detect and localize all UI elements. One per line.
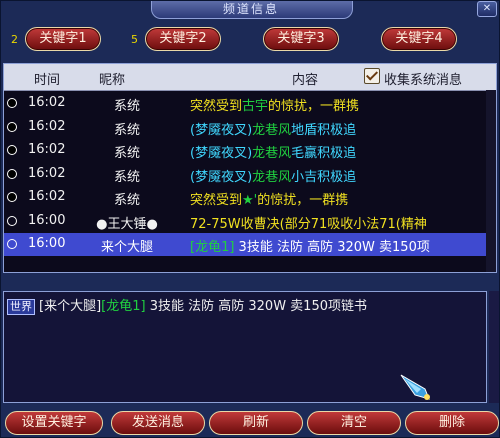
chat-item-tag[interactable]: [龙龟1] bbox=[101, 299, 145, 314]
message-row[interactable]: 16:02 系统突然受到古宇​的惊扰，一群携 bbox=[4, 92, 496, 115]
row-content: [龙龟1] 3技能 法防 高防 320W 卖150项 bbox=[190, 236, 495, 255]
bottom-button-row: 设置关键字 发送消息 刷新 清空 删除 bbox=[1, 411, 499, 437]
chat-scrollbar[interactable] bbox=[489, 291, 499, 403]
system-dot-icon bbox=[7, 192, 17, 202]
row-content-part: 72-75W收曹决(部分71吸收小法71(精神 bbox=[190, 216, 427, 232]
row-content-part: 的惊扰，一群携 bbox=[257, 193, 349, 208]
refresh-button[interactable]: 刷新 bbox=[209, 411, 303, 435]
row-content-part: 突然受到 bbox=[190, 99, 243, 114]
row-content-part: 龙巷风 bbox=[252, 122, 292, 138]
header-time: 时间 bbox=[34, 73, 61, 88]
row-sender[interactable]: 系统 bbox=[82, 189, 172, 208]
row-content: 突然受到古宇​的惊扰，一群携 bbox=[190, 95, 495, 114]
send-message-button[interactable]: 发送消息 bbox=[111, 411, 205, 435]
row-content-part: 龙巷风 bbox=[252, 146, 292, 161]
message-list: 时间 昵称 内容 收集系统消息 16:02系统突然受到古宇​的惊扰，一群携16:… bbox=[3, 63, 497, 273]
keyword-1-count: 2 bbox=[11, 33, 18, 46]
keyword-row: 2 关键字1 5 关键字2 关键字3 关键字4 bbox=[1, 27, 499, 55]
keyword-4-button[interactable]: 关键字4 bbox=[381, 27, 457, 51]
message-row[interactable]: 16:02 系统 突然受到★'的惊扰，一群携 bbox=[4, 186, 496, 209]
list-scrollbar[interactable] bbox=[486, 90, 496, 272]
row-content: (梦魇夜叉)龙巷风地盾积极追 bbox=[190, 119, 495, 138]
message-row[interactable]: 16:02 系统 (梦魇夜叉)龙巷风毛赢积极追 bbox=[4, 139, 496, 162]
row-sender[interactable]: ●王大锤● bbox=[82, 213, 172, 232]
row-content-part: 的惊扰，一群携 bbox=[268, 99, 360, 114]
chat-text: 3技能 法防 高防 320W 卖150项链书 bbox=[145, 299, 367, 314]
row-content-part: 古宇 bbox=[242, 99, 269, 114]
row-content-part: 突然受到 bbox=[190, 193, 243, 208]
window-title: 频道信息 bbox=[222, 2, 279, 16]
chat-sender: [来个大腿] bbox=[39, 299, 102, 314]
close-button[interactable]: ✕ bbox=[477, 1, 497, 17]
system-dot-icon bbox=[7, 121, 17, 132]
collect-system-checkbox[interactable] bbox=[364, 68, 380, 84]
set-keyword-button[interactable]: 设置关键字 bbox=[5, 411, 103, 435]
row-sender[interactable]: 来个大腿 bbox=[82, 236, 172, 255]
channel-info-window: 频道信息 ✕ 2 关键字1 5 关键字2 关键字3 关键字4 时间 昵称 内容 … bbox=[0, 0, 500, 438]
row-sender[interactable]: 系统 bbox=[82, 119, 172, 138]
title-bar[interactable]: 频道信息 ✕ bbox=[1, 1, 499, 19]
collect-system-label[interactable]: 收集系统消息 bbox=[384, 69, 462, 88]
row-time: 16:02 bbox=[28, 165, 66, 181]
header-name: 昵称 bbox=[99, 73, 126, 88]
message-row[interactable]: 16:00 来个大腿 [龙龟1] 3技能 法防 高防 320W 卖150项 bbox=[4, 233, 496, 256]
row-content: (梦魇夜叉)龙巷风小吉积极追 bbox=[190, 166, 495, 185]
row-content-part: (梦魇夜叉) bbox=[190, 169, 253, 185]
row-time: 16:00 bbox=[28, 212, 66, 228]
keyword-2-button[interactable]: 关键字2 bbox=[145, 27, 221, 51]
world-channel-tag: 世界 bbox=[7, 299, 35, 315]
row-content-part: 小吉积极追 bbox=[291, 169, 357, 185]
message-row[interactable]: 16:02 系统 (梦魇夜叉)龙巷风小吉积极追 bbox=[4, 163, 496, 186]
chat-message[interactable]: 世界 [来个大腿][龙龟1] 3技能 法防 高防 320W 卖150项链书 bbox=[7, 297, 483, 316]
system-dot-icon bbox=[7, 145, 17, 155]
list-header: 时间 昵称 内容 收集系统消息 bbox=[4, 64, 496, 91]
row-sender[interactable]: 系统 bbox=[82, 95, 172, 114]
clear-button[interactable]: 清空 bbox=[307, 411, 401, 435]
row-time: 16:02 bbox=[28, 95, 66, 110]
header-content: 内容 bbox=[292, 73, 319, 88]
row-content-part: 毛赢积极追 bbox=[291, 146, 357, 161]
player-dot-icon bbox=[7, 215, 17, 226]
row-time: 16:00 bbox=[28, 236, 66, 251]
row-content: (梦魇夜叉)龙巷风毛赢积极追 bbox=[190, 142, 495, 161]
keyword-3-button[interactable]: 关键字3 bbox=[263, 27, 339, 51]
row-content-part: 龙巷风 bbox=[252, 169, 292, 185]
row-content-part: (梦魇夜叉) bbox=[190, 146, 253, 161]
row-sender[interactable]: 系统 bbox=[82, 142, 172, 161]
system-dot-icon bbox=[7, 168, 17, 179]
row-time: 16:02 bbox=[28, 142, 66, 157]
keyword-1-button[interactable]: 关键字1 bbox=[25, 27, 101, 51]
row-time: 16:02 bbox=[28, 118, 66, 134]
player-dot-icon bbox=[7, 239, 17, 249]
message-row[interactable]: 16:00 ●王大锤● 72-75W收曹决(部分71吸收小法71(精神 bbox=[4, 210, 496, 233]
quill-cursor-icon bbox=[400, 374, 430, 400]
row-content-part: ★' bbox=[242, 193, 258, 208]
message-row[interactable]: 16:02 系统 (梦魇夜叉)龙巷风地盾积极追 bbox=[4, 116, 496, 139]
row-content: 突然受到★'的惊扰，一群携 bbox=[190, 189, 495, 208]
row-content-part: 地盾积极追 bbox=[291, 122, 357, 138]
row-content: 72-75W收曹决(部分71吸收小法71(精神 bbox=[190, 213, 495, 232]
delete-button[interactable]: 删除 bbox=[405, 411, 499, 435]
row-content-part: [龙龟1] bbox=[190, 240, 235, 255]
keyword-2-count: 5 bbox=[131, 33, 138, 46]
row-sender[interactable]: 系统 bbox=[82, 166, 172, 185]
row-content-part: (梦魇夜叉) bbox=[190, 122, 253, 138]
row-content-part: 3技能 法防 高防 320W 卖150项 bbox=[234, 240, 430, 255]
row-time: 16:02 bbox=[28, 189, 66, 204]
system-dot-icon bbox=[7, 98, 17, 108]
